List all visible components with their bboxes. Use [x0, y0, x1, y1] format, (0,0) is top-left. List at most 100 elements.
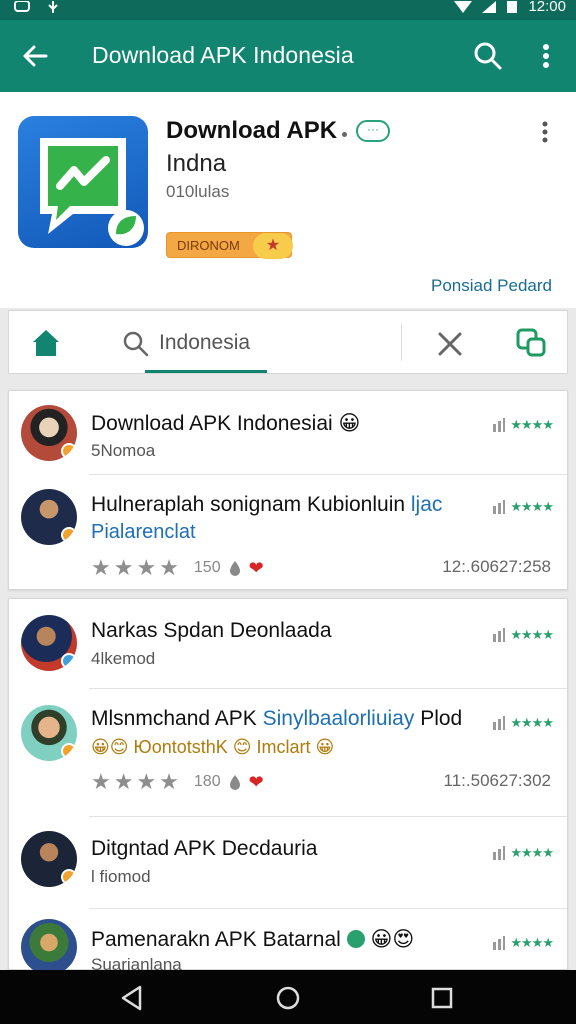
item-rating: ★★★★ — [492, 417, 554, 433]
star-badge-icon: ★ — [253, 233, 293, 259]
chat-bubble-app-icon — [40, 138, 144, 246]
item-subtitle: l fiomod — [91, 867, 151, 886]
arrow-left-icon — [23, 45, 48, 67]
divider — [401, 323, 402, 361]
item-rating: ★★★★ — [492, 715, 554, 731]
active-tab-indicator — [145, 370, 267, 373]
check-icon — [346, 930, 365, 948]
copy-icon — [516, 328, 546, 357]
more-options-button[interactable] — [532, 38, 560, 74]
item-rating: ★★★★ — [492, 499, 554, 515]
bar-chart-icon — [493, 418, 506, 432]
app-icon[interactable] — [18, 116, 148, 248]
separator-dot — [342, 132, 347, 137]
green-stars: ★★★★ — [510, 715, 554, 730]
item-title: Mlsnmchand APK Sinylbaalorliuiay Plod — [91, 707, 463, 730]
item-rating: ★★★★ — [492, 627, 554, 643]
avatar — [21, 615, 77, 671]
triangle-back-icon — [121, 985, 142, 1011]
search-query[interactable]: Indonesia — [159, 331, 250, 355]
item-id: 11:.50627:302 — [443, 771, 551, 790]
app-name: Download APK — [166, 117, 338, 144]
copy-button[interactable] — [515, 327, 549, 359]
nav-back-button[interactable] — [118, 984, 146, 1012]
search-icon — [123, 331, 149, 357]
item-stats: ★★★★ 180 ❤ — [91, 769, 264, 795]
grey-stars: ★★★★ — [91, 555, 182, 580]
app-info-card: Download APK ··· Indna 010lulas DIRONOM … — [0, 92, 576, 308]
avatar — [21, 489, 77, 545]
list-item[interactable]: Hulneraplah sonignam Kubionluin ljac Pia… — [9, 475, 567, 591]
grey-stars: ★★★★ — [91, 769, 182, 794]
green-stars: ★★★★ — [510, 417, 554, 432]
green-stars: ★★★★ — [510, 935, 554, 950]
usb-icon — [48, 1, 58, 13]
heart-icon: ❤ — [248, 557, 264, 578]
battery-icon — [507, 0, 518, 13]
item-title: Narkas Spdan Deonlaada — [91, 619, 332, 642]
app-tag-badge[interactable]: DIRONOM ★ — [166, 232, 293, 259]
notification-icon — [14, 1, 30, 12]
search-icon — [474, 42, 502, 70]
back-button[interactable] — [18, 38, 54, 74]
developer-link[interactable]: Ponsiad Pedard — [431, 276, 552, 296]
app-tag-label: DIRONOM — [177, 238, 240, 253]
avatar — [21, 705, 77, 761]
green-stars: ★★★★ — [510, 499, 554, 514]
avatar — [21, 919, 77, 971]
item-rating: ★★★★ — [492, 935, 554, 951]
item-subtitle: 5Nomoa — [91, 441, 156, 460]
item-subtitle: 4lkemod — [91, 649, 156, 668]
item-title: Pamenarakn APK Batarnal 😀😍 — [91, 928, 415, 951]
app-bar: Download APK Indonesia — [0, 20, 576, 92]
item-title: Download APK Indonesiai 😀 — [91, 412, 361, 435]
search-tab-icon[interactable] — [121, 329, 151, 359]
page-title: Download APK Indonesia — [92, 42, 354, 68]
system-nav-bar — [0, 970, 576, 1024]
square-recents-icon — [431, 987, 453, 1009]
nav-recents-button[interactable] — [428, 984, 456, 1012]
close-icon — [438, 332, 462, 356]
more-vert-icon — [542, 121, 548, 143]
avatar-badge — [61, 443, 77, 459]
drop-icon — [229, 775, 240, 790]
wifi-icon — [454, 0, 473, 13]
avatar-badge — [61, 653, 77, 669]
list-item[interactable]: Download APK Indonesiai 😀 5Nomoa ★★★★ — [9, 391, 567, 475]
bar-chart-icon — [493, 500, 506, 514]
avatar-badge — [61, 869, 77, 885]
item-stats: ★★★★ 150 ❤ — [91, 555, 264, 581]
star-count: 150 — [193, 559, 221, 576]
more-vert-icon — [543, 44, 549, 68]
star-count: 180 — [193, 773, 221, 790]
avatar — [21, 405, 77, 461]
bar-chart-icon — [493, 936, 506, 950]
list-item[interactable]: Pamenarakn APK Batarnal 😀😍 Suarianlana ★… — [9, 909, 567, 971]
app-meta: 010lulas — [166, 182, 230, 201]
drop-icon — [229, 561, 240, 576]
avatar — [21, 831, 77, 887]
clear-search-button[interactable] — [435, 329, 465, 359]
list-item[interactable]: Ditgntad APK Decdauria l fiomod ★★★★ — [9, 817, 567, 909]
result-card: Narkas Spdan Deonlaada 4lkemod ★★★★ Mlsn… — [8, 598, 568, 971]
home-icon — [33, 330, 59, 356]
nav-home-button[interactable] — [274, 984, 302, 1012]
verified-badge: ··· — [356, 120, 390, 142]
result-card: Download APK Indonesiai 😀 5Nomoa ★★★★ Hu… — [8, 390, 568, 590]
home-tab[interactable] — [31, 329, 61, 357]
filter-bar: Indonesia — [8, 310, 568, 374]
app-more-button[interactable] — [538, 120, 552, 144]
list-item[interactable]: Mlsnmchand APK Sinylbaalorliuiay Plod 😀😊… — [9, 689, 567, 817]
search-button[interactable] — [470, 38, 506, 74]
item-subtitle: Pialarenclat — [91, 521, 196, 543]
bar-chart-icon — [493, 628, 506, 642]
item-title: Ditgntad APK Decdauria — [91, 837, 318, 860]
signal-icon — [482, 0, 497, 13]
circle-home-icon — [276, 986, 300, 1010]
item-rating: ★★★★ — [492, 845, 554, 861]
green-stars: ★★★★ — [510, 627, 554, 642]
status-bar: 12:00 — [0, 0, 576, 20]
bar-chart-icon — [493, 716, 506, 730]
item-subtitle: Suarianlana — [91, 955, 182, 971]
list-item[interactable]: Narkas Spdan Deonlaada 4lkemod ★★★★ — [9, 599, 567, 689]
